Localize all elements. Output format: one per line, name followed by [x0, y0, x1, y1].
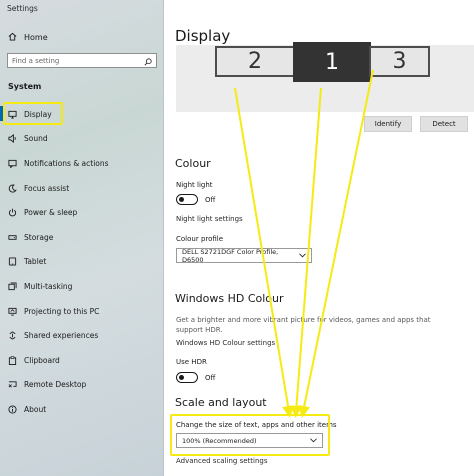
- sidebar-item-tablet[interactable]: Tablet: [0, 250, 164, 275]
- sidebar-item-projecting[interactable]: Projecting to this PC: [0, 299, 164, 324]
- home-link[interactable]: Home: [8, 32, 48, 43]
- colour-heading: Colour: [175, 157, 211, 170]
- search-icon[interactable]: [144, 51, 152, 70]
- notification-icon: [8, 159, 17, 168]
- sidebar-item-multitasking[interactable]: Multi-tasking: [0, 274, 164, 299]
- sidebar-item-label: Multi-tasking: [24, 281, 73, 291]
- night-light-state: Off: [205, 195, 216, 204]
- settings-window: Settings Home System Display Sound: [0, 0, 474, 476]
- sidebar-item-focus-assist[interactable]: Focus assist: [0, 176, 164, 201]
- hd-description-line2: support HDR.: [176, 326, 223, 334]
- search-input[interactable]: [12, 56, 132, 65]
- sidebar-item-storage[interactable]: Storage: [0, 225, 164, 250]
- sidebar-item-about[interactable]: About: [0, 397, 164, 422]
- monitor-number: 2: [248, 49, 262, 74]
- sidebar-item-label: Remote Desktop: [24, 380, 87, 390]
- home-label: Home: [24, 33, 48, 42]
- storage-icon: [8, 233, 17, 242]
- sidebar-item-label: Clipboard: [24, 355, 60, 365]
- sidebar-item-remote-desktop[interactable]: Remote Desktop: [0, 373, 164, 398]
- use-hdr-toggle[interactable]: [176, 372, 198, 383]
- nav-list: Display Sound Notifications & actions Fo…: [0, 102, 164, 422]
- scale-heading: Scale and layout: [175, 396, 267, 409]
- toggle-knob: [179, 196, 184, 202]
- hd-description-line1: Get a brighter and more vibrant picture …: [176, 316, 431, 324]
- monitor-1[interactable]: 1: [293, 42, 371, 82]
- chevron-down-icon: [299, 252, 306, 260]
- info-icon: [8, 405, 17, 414]
- sidebar-item-clipboard[interactable]: Clipboard: [0, 348, 164, 373]
- sidebar-item-notifications[interactable]: Notifications & actions: [0, 151, 164, 176]
- night-light-settings-link[interactable]: Night light settings: [176, 215, 243, 223]
- sidebar: Settings Home System Display Sound: [0, 0, 164, 476]
- colour-profile-value: DELL S2721DGF Color Profile, D6500: [182, 247, 279, 264]
- power-icon: [8, 208, 17, 217]
- sidebar-item-label: Notifications & actions: [24, 158, 109, 168]
- colour-profile-dropdown[interactable]: DELL S2721DGF Color Profile, D6500: [176, 247, 312, 264]
- window-title: Settings: [7, 4, 38, 13]
- use-hdr-toggle-row: Off: [176, 372, 215, 383]
- sidebar-item-label: About: [24, 404, 47, 414]
- night-light-toggle[interactable]: [176, 194, 198, 205]
- detect-button[interactable]: Detect: [420, 116, 468, 132]
- sidebar-item-label: Focus assist: [24, 183, 70, 193]
- section-label: System: [8, 82, 42, 91]
- sidebar-item-shared-experiences[interactable]: Shared experiences: [0, 323, 164, 348]
- page-title: Display: [175, 27, 231, 45]
- hd-colour-settings-link[interactable]: Windows HD Colour settings: [176, 339, 275, 347]
- hd-colour-heading: Windows HD Colour: [175, 292, 284, 305]
- remote-icon: [8, 380, 17, 389]
- identify-button[interactable]: Identify: [364, 116, 412, 132]
- sidebar-item-label: Tablet: [24, 257, 47, 267]
- use-hdr-label: Use HDR: [176, 358, 207, 366]
- monitor-number: 1: [325, 49, 339, 75]
- sidebar-item-label: Shared experiences: [24, 331, 99, 341]
- sidebar-item-sound[interactable]: Sound: [0, 127, 164, 152]
- moon-icon: [8, 184, 17, 193]
- project-icon: [8, 307, 17, 316]
- sidebar-item-label: Sound: [24, 134, 48, 144]
- sidebar-item-label: Storage: [24, 232, 54, 242]
- use-hdr-state: Off: [205, 373, 216, 382]
- sidebar-item-power-sleep[interactable]: Power & sleep: [0, 200, 164, 225]
- sidebar-item-label: Projecting to this PC: [24, 306, 100, 316]
- toggle-knob: [179, 374, 184, 380]
- main-content: Display 2 1 3 Identify Detect Colour Nig…: [164, 0, 474, 476]
- tablet-icon: [8, 257, 17, 266]
- night-light-toggle-row: Off: [176, 194, 215, 205]
- multitask-icon: [8, 282, 17, 291]
- night-light-label: Night light: [176, 181, 213, 189]
- search-box[interactable]: [7, 53, 157, 68]
- shared-icon: [8, 331, 17, 340]
- colour-profile-label: Colour profile: [176, 235, 224, 243]
- sidebar-item-label: Power & sleep: [24, 208, 78, 218]
- speaker-icon: [8, 134, 17, 144]
- monitor-2[interactable]: 2: [215, 46, 295, 77]
- advanced-scaling-link[interactable]: Advanced scaling settings: [176, 457, 268, 465]
- monitor-number: 3: [392, 49, 407, 74]
- clipboard-icon: [8, 356, 17, 365]
- monitor-3[interactable]: 3: [369, 46, 430, 77]
- scale-highlight-box: [170, 414, 330, 456]
- home-icon: [8, 32, 17, 43]
- display-highlight-box: [3, 102, 63, 125]
